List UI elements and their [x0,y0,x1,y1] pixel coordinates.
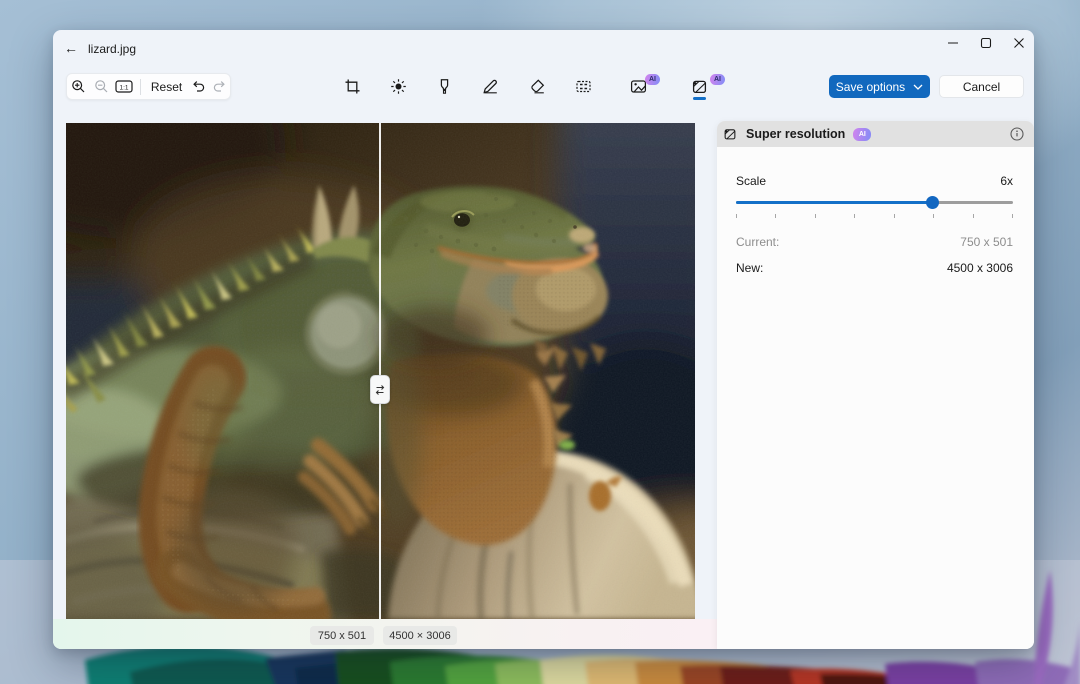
svg-text:1:1: 1:1 [120,85,129,92]
